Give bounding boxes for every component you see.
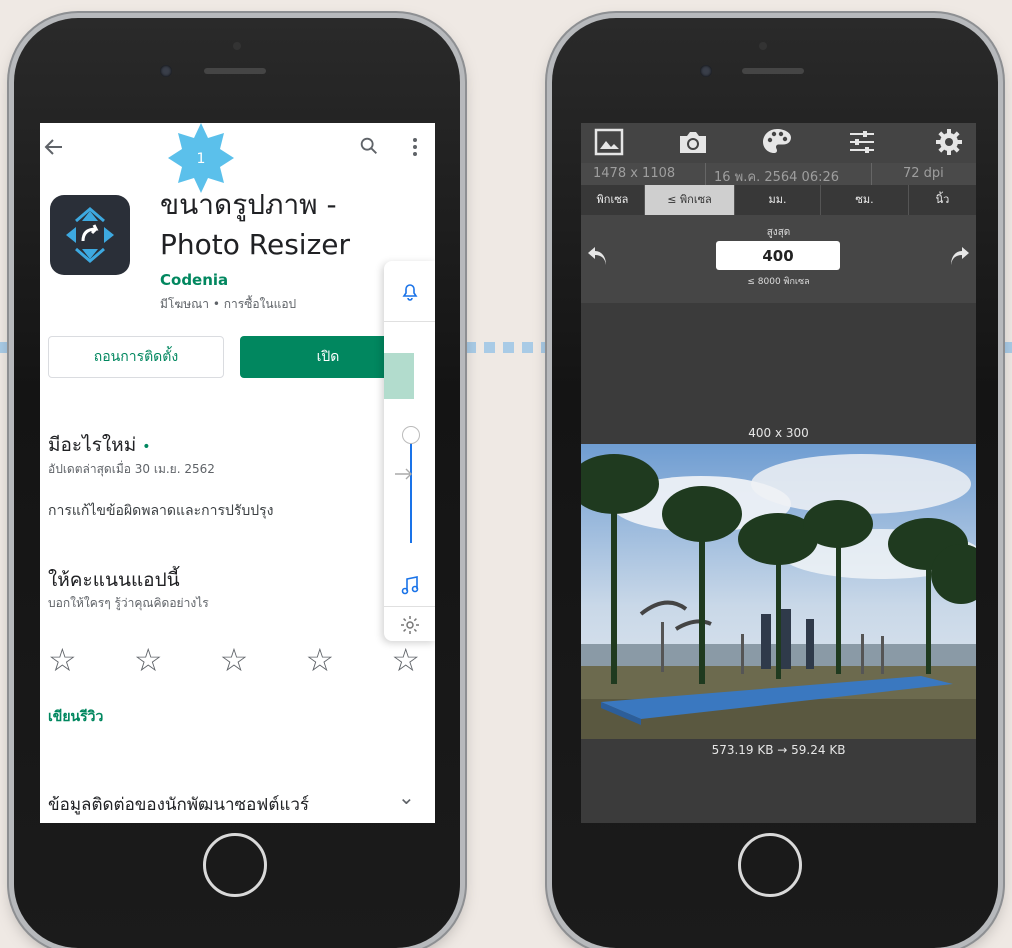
connector-dot <box>522 342 533 353</box>
floating-edge-panel <box>384 261 435 641</box>
proximity-sensor <box>233 42 241 50</box>
music-note-icon[interactable] <box>398 573 422 597</box>
step-number: 1 <box>197 151 206 167</box>
rate-app-heading: ให้คะแนนแอปนี้ <box>48 569 180 591</box>
image-dpi: 72 dpi <box>903 166 944 181</box>
unit-inch[interactable]: นิ้ว <box>909 185 976 215</box>
resized-photo-preview[interactable] <box>581 444 976 739</box>
whats-new-title: มีอะไรใหม่ <box>48 434 137 456</box>
connector-dot <box>465 342 476 353</box>
app-title-line1: ขนาดรูปภาพ - <box>160 188 337 221</box>
last-updated-text: อัปเดตล่าสุดเมื่อ 30 เม.ย. 2562 <box>48 462 215 476</box>
palette-icon[interactable] <box>761 126 793 156</box>
max-size-input[interactable]: 400 <box>716 241 840 270</box>
earpiece-speaker <box>742 68 804 74</box>
top-app-bar <box>40 123 435 171</box>
back-arrow-icon[interactable] <box>42 135 66 159</box>
home-button[interactable] <box>203 833 267 897</box>
unit-pixel[interactable]: พิกเซล <box>581 185 645 215</box>
home-button[interactable] <box>738 833 802 897</box>
resize-controls: สูงสุด 400 ≤ 8000 พิกเซล <box>581 215 976 303</box>
developer-contact-label: ข้อมูลติดต่อของนักพัฒนาซอฟต์แวร์ <box>48 795 310 815</box>
rate-app-subtitle: บอกให้ใครๆ รู้ว่าคุณคิดอย่างไร <box>48 596 209 610</box>
new-indicator-dot: • <box>142 439 151 455</box>
arrow-right-icon <box>395 468 412 480</box>
unit-selector: พิกเซล ≤ พิกเซล มม. ซม. นิ้ว <box>581 185 976 215</box>
image-date: 16 พ.ค. 2564 06:26 <box>714 170 840 185</box>
gallery-icon[interactable] <box>593 127 625 157</box>
rotate-right-icon[interactable] <box>946 243 972 269</box>
connector-dot <box>541 342 552 353</box>
sliders-icon[interactable] <box>847 129 877 155</box>
slider-handle[interactable] <box>402 426 420 444</box>
play-store-screen: 1 ขนาดรูปภาพ - Photo Resizer Codenia มีโ… <box>40 123 435 823</box>
step-badge: 1 <box>168 123 234 193</box>
photo-resizer-screen: 1478 x 1108 16 พ.ค. 2564 06:26 72 dpi พิ… <box>581 123 976 823</box>
search-icon[interactable] <box>358 135 380 157</box>
output-dimensions: 400 x 300 <box>748 426 809 440</box>
app-title: ขนาดรูปภาพ - Photo Resizer <box>160 185 400 265</box>
chevron-down-icon: ⌄ <box>398 785 415 809</box>
settings-icon[interactable] <box>933 127 965 157</box>
connector-dot <box>1003 342 1012 353</box>
image-resolution: 1478 x 1108 <box>593 166 676 181</box>
connector-dot <box>503 342 514 353</box>
star-1[interactable]: ☆ <box>48 643 77 677</box>
phone-left: 1 ขนาดรูปภาพ - Photo Resizer Codenia มีโ… <box>14 18 460 948</box>
earpiece-speaker <box>204 68 266 74</box>
settings-gear-icon[interactable] <box>398 613 422 637</box>
more-options-icon[interactable] <box>410 135 420 159</box>
phone-right: 1478 x 1108 16 พ.ค. 2564 06:26 72 dpi พิ… <box>552 18 998 948</box>
unit-cm[interactable]: ซม. <box>821 185 909 215</box>
toolbar <box>581 123 976 163</box>
star-4[interactable]: ☆ <box>305 643 334 677</box>
whats-new-heading[interactable]: มีอะไรใหม่ • <box>48 430 151 460</box>
star-3[interactable]: ☆ <box>220 643 249 677</box>
image-info-bar: 1478 x 1108 16 พ.ค. 2564 06:26 72 dpi <box>581 163 976 185</box>
info-divider <box>871 163 872 185</box>
uninstall-button[interactable]: ถอนการติดตั้ง <box>48 336 224 378</box>
rating-stars: ☆ ☆ ☆ ☆ ☆ <box>48 643 420 677</box>
star-2[interactable]: ☆ <box>134 643 163 677</box>
write-review-link[interactable]: เขียนรีวิว <box>48 706 103 728</box>
rotate-left-icon[interactable] <box>585 243 611 269</box>
app-icon <box>50 195 130 275</box>
slider-track[interactable] <box>410 433 412 543</box>
max-limit-hint: ≤ 8000 พิกเซล <box>747 277 810 287</box>
star-5[interactable]: ☆ <box>391 643 420 677</box>
connector-dot <box>0 342 11 353</box>
connector-dot <box>484 342 495 353</box>
developer-link[interactable]: Codenia <box>160 271 228 289</box>
info-divider <box>705 163 706 185</box>
unit-max-pixel[interactable]: ≤ พิกเซล <box>645 185 735 215</box>
front-camera <box>160 65 172 77</box>
developer-contact-section[interactable]: ข้อมูลติดต่อของนักพัฒนาซอฟต์แวร์ ⌄ <box>48 785 415 818</box>
unit-mm[interactable]: มม. <box>735 185 821 215</box>
open-button-overflow <box>384 353 414 399</box>
max-label: สูงสุด <box>766 227 791 238</box>
changelog-text: การแก้ไขข้อผิดพลาดและการปรับปรุง <box>48 503 274 519</box>
file-size-comparison: 573.19 KB → 59.24 KB <box>711 743 846 757</box>
app-title-line2: Photo Resizer <box>160 228 350 261</box>
proximity-sensor <box>759 42 767 50</box>
bell-icon[interactable] <box>398 279 422 303</box>
front-camera <box>700 65 712 77</box>
camera-icon[interactable] <box>677 128 709 156</box>
app-meta: มีโฆษณา • การซื้อในแอป <box>160 297 297 311</box>
